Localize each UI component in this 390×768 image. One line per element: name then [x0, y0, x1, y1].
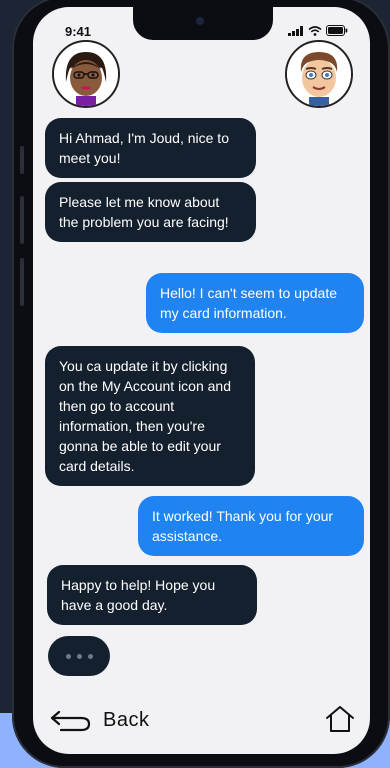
message-bubble-user: Hello! I can't seem to update my card in… [146, 273, 364, 333]
typing-dot [65, 653, 71, 659]
typing-indicator [48, 636, 110, 676]
woman-avatar-icon [54, 42, 118, 106]
phone-side-button [20, 258, 24, 306]
message-bubble-agent: You ca update it by clicking on the My A… [45, 346, 255, 486]
bottom-nav: Back [33, 700, 370, 740]
wifi-icon [308, 25, 322, 36]
back-arrow-icon [50, 710, 91, 732]
message-bubble-user: It worked! Thank you for your assistance… [138, 496, 364, 556]
camera-icon [196, 17, 204, 25]
status-icons [288, 25, 348, 36]
message-bubble-agent: Happy to help! Hope you have a good day. [47, 565, 257, 625]
back-button[interactable]: Back [49, 700, 149, 740]
message-bubble-agent: Hi Ahmad, I'm Joud, nice to meet you! [45, 118, 256, 178]
notch [133, 7, 273, 40]
back-label: Back [103, 708, 150, 731]
typing-dot [87, 653, 93, 659]
phone-side-button [20, 146, 24, 174]
user-avatar[interactable] [285, 40, 353, 108]
agent-avatar[interactable] [52, 40, 120, 108]
signal-icon [288, 25, 303, 36]
battery-icon [326, 25, 348, 36]
man-avatar-icon [287, 42, 351, 106]
typing-dot [76, 653, 82, 659]
home-icon [326, 706, 354, 732]
message-bubble-agent: Please let me know about the problem you… [45, 182, 256, 242]
chat-screen: 9:41 Hi Ahmad, I'm Joud, nice to meet yo… [33, 7, 370, 754]
home-button[interactable] [324, 704, 356, 739]
phone-side-button [20, 196, 24, 244]
status-time: 9:41 [65, 24, 92, 39]
